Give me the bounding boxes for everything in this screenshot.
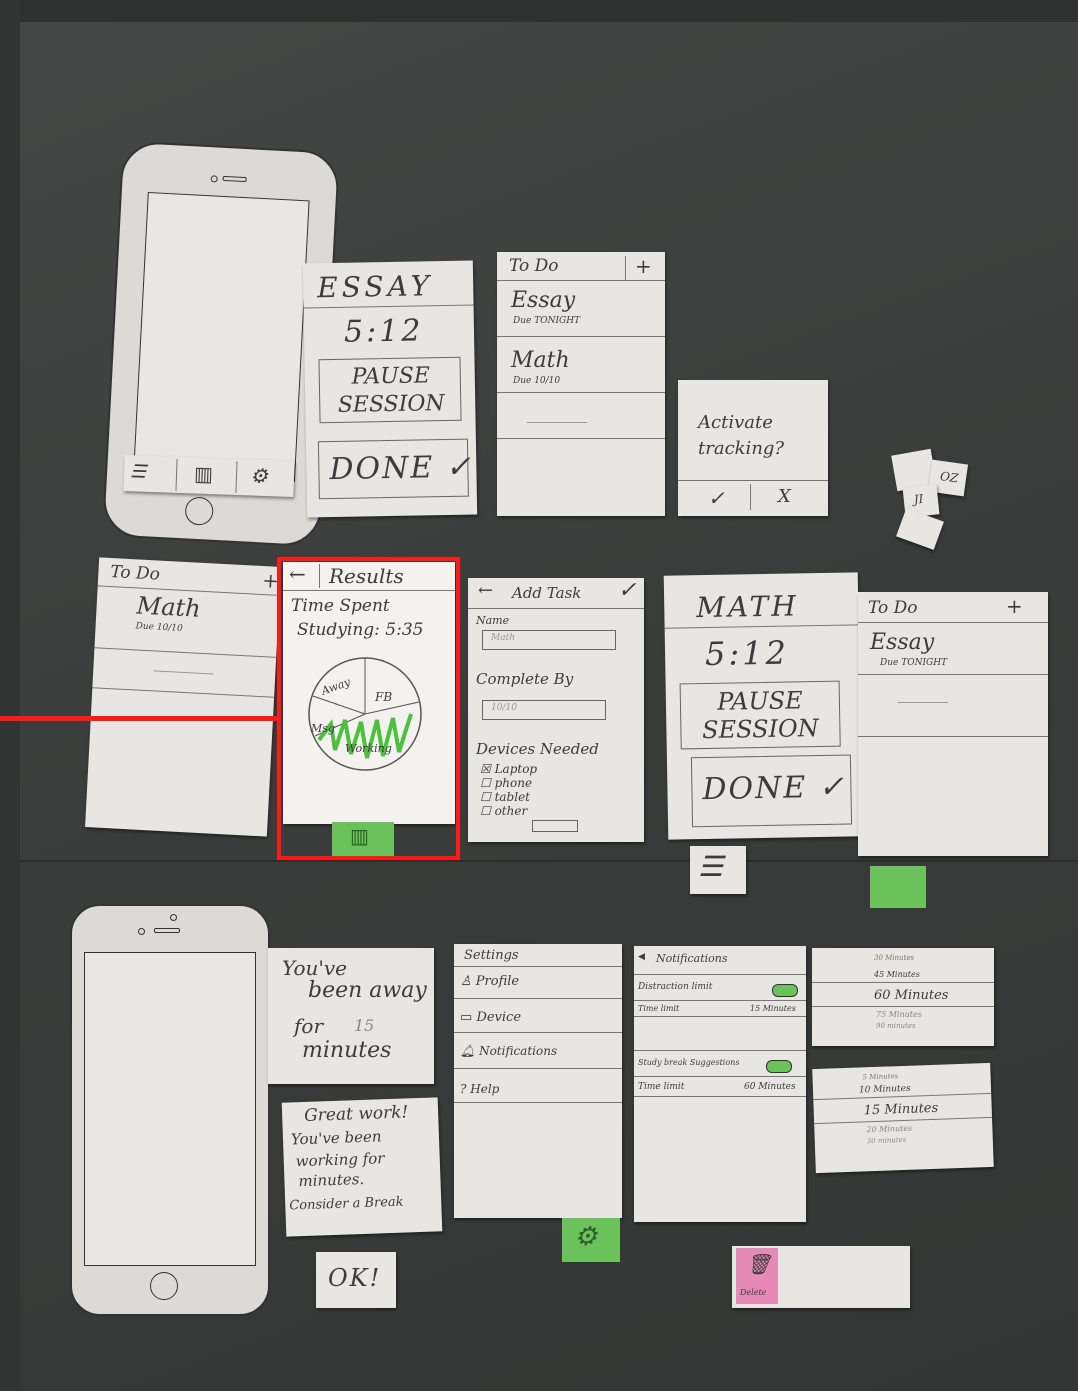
top-edge <box>0 0 1078 22</box>
user-icon: ♙ <box>460 974 472 989</box>
add-task-title: Add Task <box>512 584 582 602</box>
no-button[interactable]: X <box>778 486 791 507</box>
table-seam <box>20 860 1078 862</box>
laptop-icon: ▭ <box>460 1010 473 1025</box>
left-edge <box>0 0 20 1391</box>
bell-icon: 🔔︎ <box>460 1044 476 1058</box>
settings-item-device[interactable]: ▭ Device <box>460 1010 521 1025</box>
timer-title: MATH <box>695 589 799 625</box>
minutes-picker-top: 30 Minutes 45 Minutes 60 Minutes 75 Minu… <box>812 948 994 1046</box>
todo-item-math[interactable]: Math <box>136 591 201 622</box>
list-icon[interactable]: ☰ <box>130 461 147 483</box>
add-task-button[interactable]: + <box>635 254 652 278</box>
yes-button[interactable]: ✓ <box>708 486 725 510</box>
settings-screen: Settings ♙ Profile ▭ Device 🔔︎ Notificat… <box>454 944 622 1218</box>
todo-item-essay[interactable]: Essay <box>870 630 934 655</box>
list-tab-active-icon[interactable] <box>870 866 926 908</box>
pause-button[interactable]: PAUSE SESSION <box>679 680 841 750</box>
todo-screen-mid: To Do + Math Due 10/10 <box>85 557 281 837</box>
math-timer-screen: MATH 5:12 PAUSE SESSION DONE ✓ <box>663 572 863 840</box>
phone-outline-bottom <box>70 904 270 1316</box>
time-limit-value[interactable]: 15 Minutes <box>750 1004 796 1013</box>
pause-button[interactable]: PAUSE SESSION <box>318 356 462 424</box>
delete-swipe-row: 🗑︎ Delete <box>732 1246 910 1308</box>
name-field[interactable]: Math <box>482 630 616 650</box>
chart-icon[interactable]: ▥ <box>194 461 214 486</box>
device-checkbox-tablet[interactable]: ☐ tablet <box>480 790 530 804</box>
save-task-button[interactable]: ✓ <box>618 578 636 603</box>
ok-button[interactable]: OK! <box>316 1252 396 1308</box>
timer-title: ESSAY <box>316 269 434 305</box>
back-button[interactable]: ← <box>478 580 493 601</box>
gear-icon[interactable]: ⚙ <box>250 463 269 488</box>
add-task-button[interactable]: + <box>1006 594 1023 618</box>
settings-item-notifications[interactable]: 🔔︎ Notifications <box>460 1044 557 1058</box>
gear-icon: ⚙ <box>574 1222 598 1252</box>
notifications-title: Notifications <box>656 952 728 965</box>
study-break-toggle[interactable] <box>766 1060 792 1073</box>
distraction-toggle[interactable] <box>772 984 798 997</box>
todo-screen-top: To Do + Essay Due TONIGHT Math Due 10/10 <box>497 252 665 516</box>
settings-item-profile[interactable]: ♙ Profile <box>460 974 519 989</box>
essay-timer-screen: ESSAY 5:12 PAUSE SESSION DONE ✓ <box>302 260 478 518</box>
notifications-screen: ◀ Notifications Distraction limit Time l… <box>634 946 806 1222</box>
due-date-field[interactable]: 10/10 <box>482 700 606 720</box>
todo-screen-right: To Do + Essay Due TONIGHT <box>858 592 1048 856</box>
other-device-field[interactable] <box>532 820 578 832</box>
picker-selected[interactable]: 15 Minutes <box>863 1101 938 1119</box>
settings-title: Settings <box>464 948 519 963</box>
delete-button[interactable]: 🗑︎ Delete <box>736 1248 778 1304</box>
highlight-frame <box>277 557 460 860</box>
todo-item-math[interactable]: Math <box>511 348 570 373</box>
back-icon[interactable]: ◀ <box>638 952 645 962</box>
add-task-screen: ← Add Task ✓ Name Math Complete By 10/10… <box>468 578 644 842</box>
picker-selected[interactable]: 60 Minutes <box>874 988 948 1003</box>
todo-item-essay[interactable]: Essay <box>511 288 575 313</box>
time-limit-value[interactable]: 60 Minutes <box>744 1082 796 1092</box>
device-checkbox-laptop[interactable]: ☒ Laptop <box>480 762 537 776</box>
break-popup: Great work! You've been working for minu… <box>281 1097 443 1237</box>
tab-bar-strip: ☰ ▥ ⚙ <box>123 455 295 497</box>
settings-item-help[interactable]: ? Help <box>460 1082 499 1096</box>
list-icon: ☰ <box>698 850 724 883</box>
timer-time: 5:12 <box>704 633 790 673</box>
activate-tracking-dialog: Activate tracking? ✓ X <box>678 380 828 516</box>
away-popup: You've been away for 15 minutes <box>268 948 434 1084</box>
device-checkbox-other[interactable]: ☐ other <box>480 804 527 818</box>
highlight-pointer-line <box>0 716 279 721</box>
minutes-picker-bottom: 5 Minutes 10 Minutes 15 Minutes 20 Minut… <box>812 1062 994 1174</box>
dialog-question: Activate tracking? <box>698 412 785 459</box>
device-checkbox-phone[interactable]: ☐ phone <box>480 776 532 790</box>
trash-icon: 🗑︎ <box>746 1252 772 1276</box>
todo-header: To Do <box>509 256 559 276</box>
list-tab-icon[interactable]: ☰ <box>690 846 746 894</box>
done-button[interactable]: DONE ✓ <box>690 754 853 828</box>
done-button[interactable]: DONE ✓ <box>317 438 473 500</box>
help-icon: ? <box>460 1082 467 1096</box>
timer-time: 5:12 <box>343 313 424 350</box>
